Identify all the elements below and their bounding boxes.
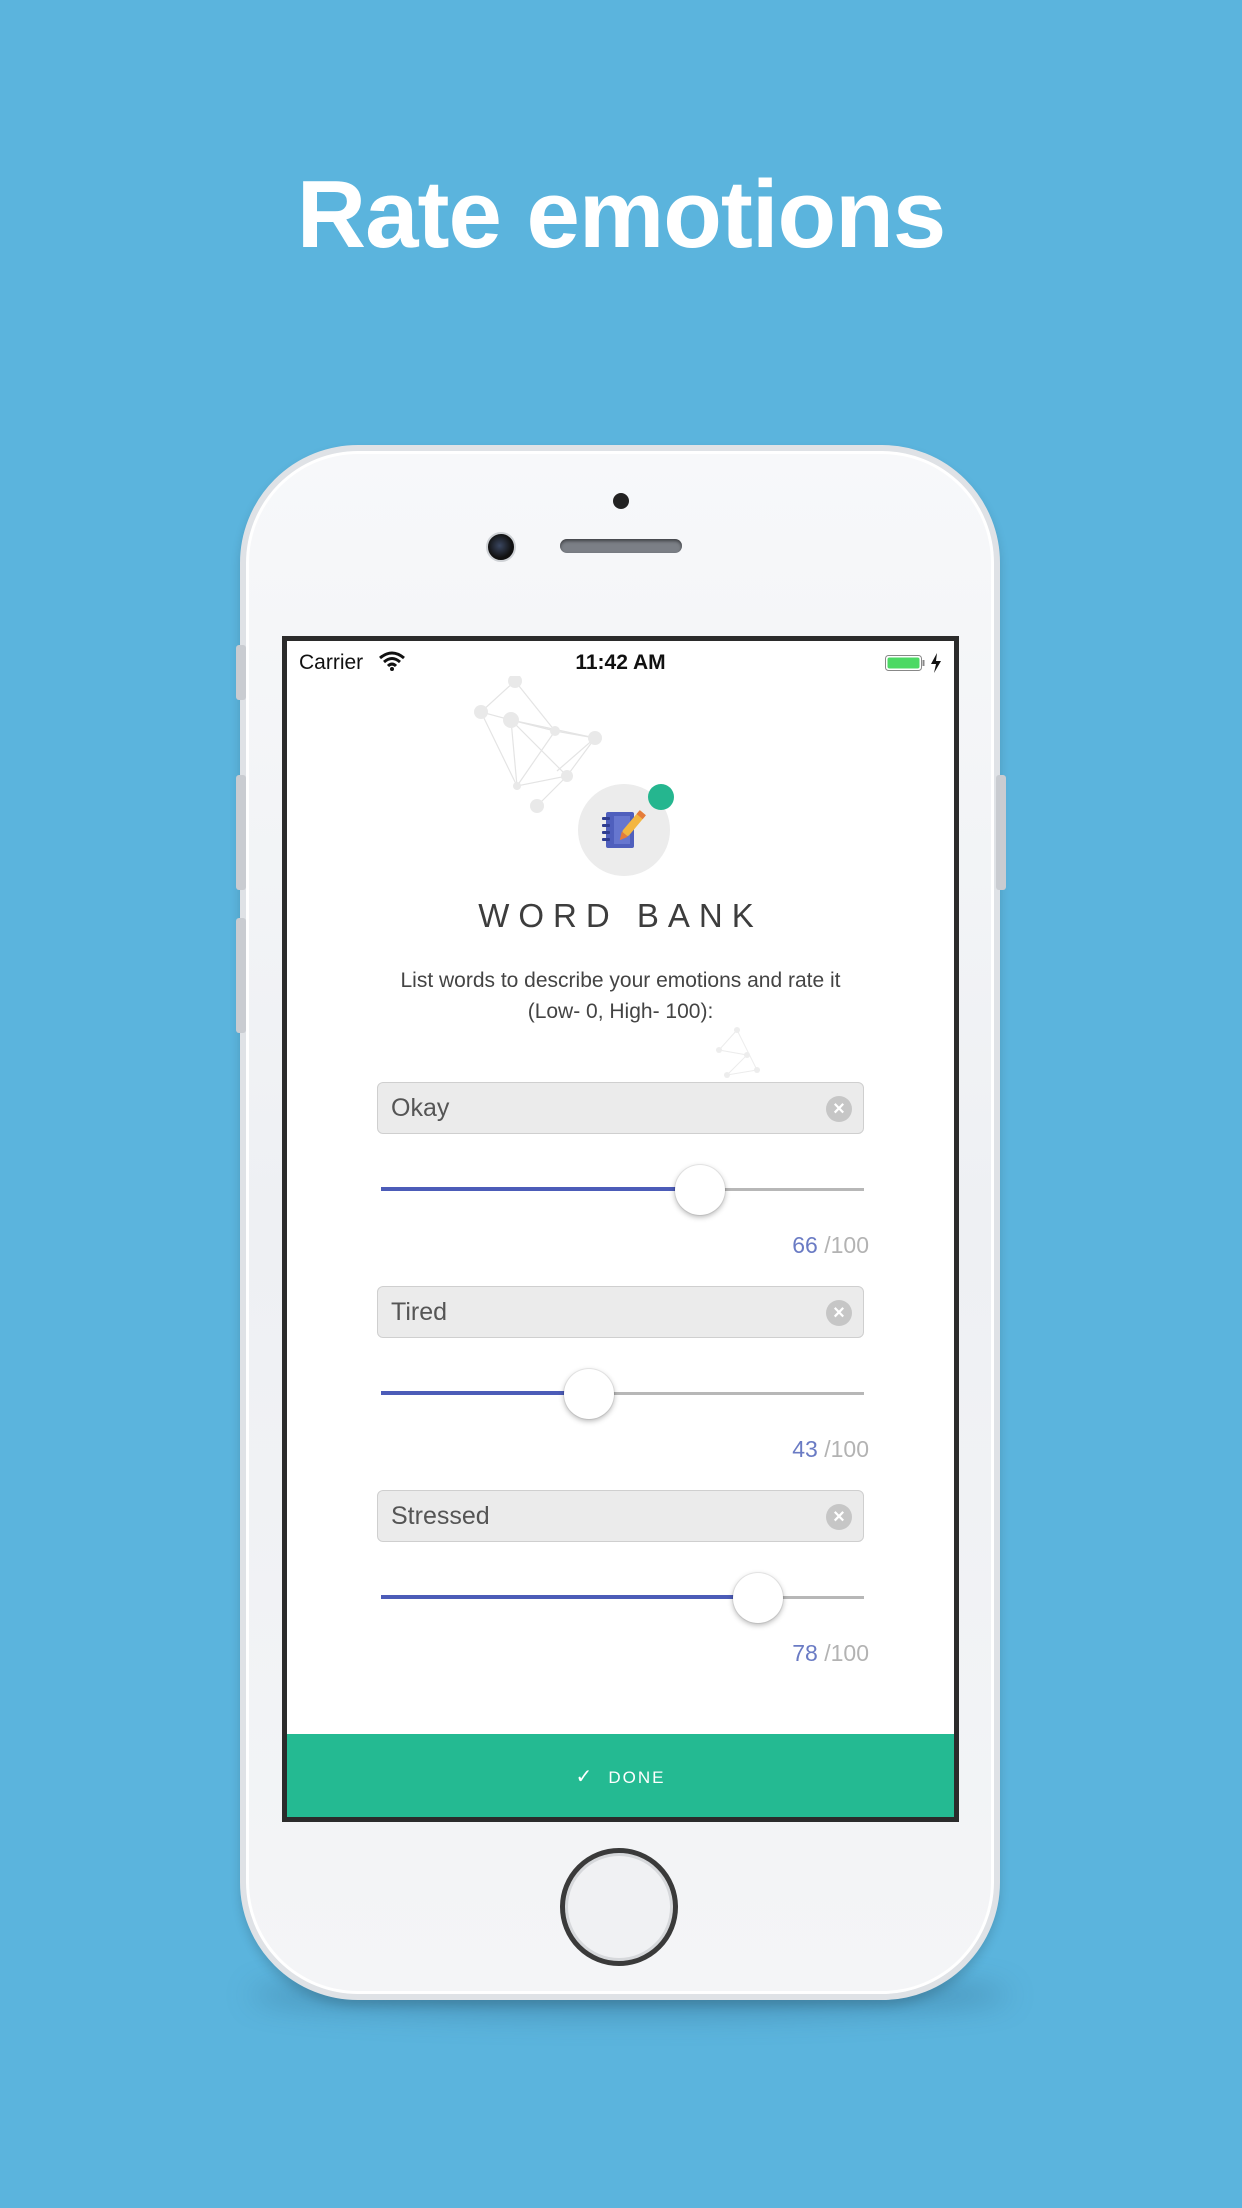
- emotion-rating-readout: 78 /100: [792, 1640, 869, 1667]
- emotion-word-input[interactable]: [378, 1491, 811, 1541]
- rating-max: /100: [824, 1232, 869, 1258]
- promo-headline: Rate emotions: [296, 161, 946, 268]
- slider-thumb[interactable]: [563, 1369, 614, 1419]
- clear-x-icon[interactable]: ×: [826, 1504, 852, 1530]
- slider-fill: [381, 1187, 700, 1191]
- clear-x-icon[interactable]: ×: [826, 1300, 852, 1326]
- slider-fill: [381, 1391, 589, 1395]
- app-title: WORD BANK: [478, 897, 763, 934]
- instructions-text: List words to describe your emotions and…: [367, 965, 874, 1027]
- emotion-rating-readout: 66 /100: [792, 1232, 869, 1259]
- emotion-rating-slider[interactable]: [381, 1568, 864, 1628]
- done-button[interactable]: ✓ DONE: [287, 1734, 954, 1817]
- emotion-word-field[interactable]: ×: [377, 1082, 864, 1134]
- checkmark-icon: ✓: [575, 1766, 595, 1788]
- emotion-word-input[interactable]: [378, 1083, 811, 1133]
- slider-fill: [381, 1595, 758, 1599]
- done-label: DONE: [608, 1768, 666, 1787]
- emotion-rating-slider[interactable]: [381, 1160, 864, 1220]
- emotion-rating-readout: 43 /100: [792, 1436, 869, 1463]
- rating-value: 43: [792, 1436, 818, 1462]
- clear-x-icon[interactable]: ×: [826, 1096, 852, 1122]
- front-camera: [486, 532, 516, 562]
- rating-max: /100: [824, 1436, 869, 1462]
- emotion-word-field[interactable]: ×: [377, 1490, 864, 1542]
- earpiece-speaker: [560, 539, 682, 553]
- instructions-line-1: List words to describe your emotions and…: [400, 969, 841, 992]
- phone-screen: Carrier 11:42 AM WORD BANK List words to…: [282, 636, 959, 1822]
- status-bar: Carrier 11:42 AM: [287, 641, 954, 681]
- power-button: [996, 775, 1006, 890]
- charging-bolt-icon: [931, 653, 941, 673]
- emotion-rating-slider[interactable]: [381, 1364, 864, 1424]
- instructions-line-2: (Low- 0, High- 100):: [527, 1000, 714, 1023]
- slider-thumb[interactable]: [674, 1165, 725, 1215]
- volume-up-button: [236, 775, 246, 890]
- emotion-word-input[interactable]: [378, 1287, 811, 1337]
- rating-value: 78: [792, 1640, 818, 1666]
- done-button-content: ✓ DONE: [287, 1764, 954, 1789]
- status-time: 11:42 AM: [575, 651, 666, 674]
- mute-switch: [236, 645, 246, 700]
- home-button[interactable]: [560, 1848, 678, 1966]
- volume-down-button: [236, 918, 246, 1033]
- rating-max: /100: [824, 1640, 869, 1666]
- rating-value: 66: [792, 1232, 818, 1258]
- network-decoration-small: [716, 1027, 760, 1078]
- proximity-sensor: [613, 493, 629, 509]
- notebook-pencil-icon: [602, 810, 646, 848]
- slider-thumb[interactable]: [732, 1573, 783, 1623]
- emotion-word-field[interactable]: ×: [377, 1286, 864, 1338]
- battery-icon: [885, 655, 925, 671]
